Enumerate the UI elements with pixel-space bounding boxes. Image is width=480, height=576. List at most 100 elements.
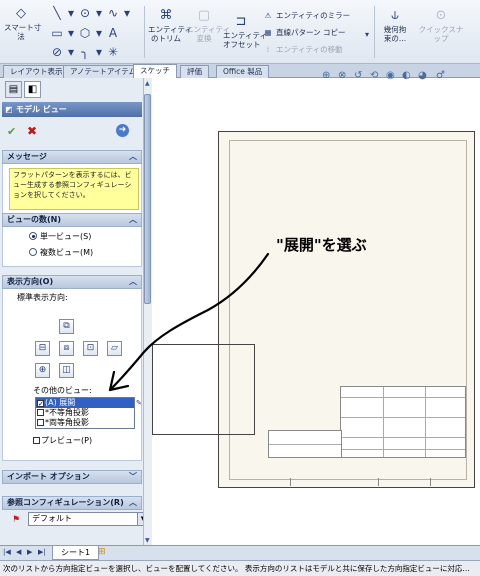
chevron-up-icon: ︿ <box>129 498 137 507</box>
polygon-dropdown-icon[interactable]: ▾ <box>92 26 106 40</box>
ref-config-section-header[interactable]: 参照コンフィギュレーション(R) ︿ <box>2 496 142 510</box>
single-view-radio[interactable]: 単一ビュー(S) <box>29 231 91 242</box>
title-block-line <box>341 397 465 398</box>
single-view-label: 単一ビュー(S) <box>40 232 92 241</box>
tab-office[interactable]: Office 製品 <box>216 65 270 78</box>
checkbox-checked-icon[interactable]: ✓ <box>37 400 44 408</box>
ref-config-dropdown[interactable]: デフォルト ▼ <box>28 512 150 526</box>
slot-icon[interactable]: ⊘ <box>50 45 64 59</box>
top-view-button[interactable]: ⧉ <box>59 319 74 334</box>
circle-dropdown-icon[interactable]: ▾ <box>92 6 106 20</box>
view-settings-icon[interactable]: ♂ <box>436 70 445 81</box>
convert-entities-button[interactable]: ▢ エンティティ 変換 <box>186 8 230 43</box>
text-icon[interactable]: A <box>106 26 120 40</box>
line-dropdown-icon[interactable]: ▾ <box>64 6 78 20</box>
preview-label: プレビュー(P) <box>41 436 93 445</box>
isometric-view-button[interactable]: ◫ <box>59 363 74 378</box>
appearance-icon[interactable]: ◕ <box>418 70 427 81</box>
mirror-entities-button[interactable]: ⚠ エンティティのミラー <box>262 9 350 23</box>
spline-dropdown-icon[interactable]: ▾ <box>120 6 134 20</box>
scroll-down-icon[interactable]: ▼ <box>145 537 150 544</box>
panel-title: ◩ モデル ビュー <box>2 102 142 117</box>
standard-views-label: 標準表示方向: <box>17 293 68 302</box>
title-block <box>340 386 466 458</box>
import-options-section-header[interactable]: インポート オプション ﹀ <box>2 470 142 484</box>
add-sheet-icon[interactable]: ⊞ <box>98 547 106 557</box>
spline-icon[interactable]: ∿ <box>106 6 120 20</box>
display-style-icon[interactable]: ◉ <box>386 70 395 81</box>
ribbon-separator <box>374 6 375 58</box>
num-views-section-header[interactable]: ビューの数(N) ︿ <box>2 213 142 227</box>
num-views-header-text: ビューの数(N) <box>7 215 62 224</box>
preview-checkbox[interactable]: プレビュー(P) <box>33 435 92 446</box>
notes-block-line <box>269 444 341 445</box>
list-item[interactable]: *不等角投影 <box>36 408 134 418</box>
previous-view-icon[interactable]: ↺ <box>354 70 362 81</box>
move-entities-label: エンティティの移動 <box>276 45 343 54</box>
checkbox-icon[interactable] <box>37 419 44 426</box>
isometric-view-icon: ◫ <box>62 365 71 375</box>
fillet-dropdown-icon[interactable]: ▾ <box>92 45 106 59</box>
configuration-icon: ⚑ <box>12 515 21 525</box>
circle-icon[interactable]: ⊙ <box>78 6 92 20</box>
display-relations-button[interactable]: ⫝ 幾何拘 束の... <box>378 8 412 43</box>
linear-pattern-button[interactable]: ▦ 直線パターン コピー <box>262 26 346 40</box>
notes-block <box>268 430 342 458</box>
other-views-label: その他のビュー: <box>33 386 92 395</box>
first-sheet-icon[interactable]: |◀ <box>3 548 11 556</box>
edit-icon[interactable]: ✎ <box>136 399 142 407</box>
chevron-up-icon: ︿ <box>129 215 137 224</box>
zoom-fit-icon[interactable]: ⊕ <box>322 70 330 81</box>
rebuild-icon[interactable]: ⟲ <box>370 70 378 81</box>
message-section-body: フラットパターンを表示するには、ビュー生成する参照コンフィギュレーションを択して… <box>2 164 142 216</box>
right-view-button[interactable]: ⊡ <box>83 341 98 356</box>
quick-snaps-icon: ⊙ <box>435 8 447 23</box>
message-section-header[interactable]: メッセージ ︿ <box>2 150 142 164</box>
fillet-icon[interactable]: ╮ <box>78 45 92 59</box>
next-sheet-icon[interactable]: ▶ <box>27 548 32 556</box>
tab-annotation[interactable]: アノテートアイテム <box>63 65 144 78</box>
line-icon[interactable]: ╲ <box>50 6 64 20</box>
prev-sheet-icon[interactable]: ◀ <box>16 548 21 556</box>
pattern-dropdown-icon[interactable]: ▾ <box>360 28 374 42</box>
cancel-x-icon[interactable]: ✖ <box>27 124 37 138</box>
trim-entities-button[interactable]: ⌘ エンティティ のトリム <box>148 8 192 43</box>
title-block-line <box>341 437 465 438</box>
zoom-area-icon[interactable]: ⊗ <box>338 70 346 81</box>
front-view-button[interactable]: ⧈ <box>59 341 74 356</box>
hide-show-icon[interactable]: ◐ <box>402 70 411 81</box>
left-view-button[interactable]: ⊟ <box>35 341 50 356</box>
ref-config-value: デフォルト <box>32 514 72 523</box>
rectangle-dropdown-icon[interactable]: ▾ <box>64 26 78 40</box>
tab-evaluate[interactable]: 評価 <box>180 65 209 78</box>
mirror-icon: ⚠ <box>264 11 272 20</box>
quick-snaps-label: クイックスナップ <box>418 25 464 43</box>
multiple-views-label: 複数ビュー(M) <box>40 248 94 257</box>
smart-dimension-button[interactable]: ◇ スマート寸 法 <box>4 6 41 41</box>
list-item-label: (A) 展開 <box>45 398 76 407</box>
next-arrow-icon[interactable]: ➜ <box>116 124 129 137</box>
last-sheet-icon[interactable]: ▶| <box>38 548 46 556</box>
bottom-view-icon: ⊕ <box>38 365 47 375</box>
slot-dropdown-icon[interactable]: ▾ <box>64 45 78 59</box>
other-views-list[interactable]: ✓(A) 展開 *不等角投影 *両等角投影 <box>35 397 135 429</box>
checkbox-icon[interactable] <box>37 409 44 416</box>
scroll-up-icon[interactable]: ▲ <box>145 80 150 87</box>
tab-layout[interactable]: レイアウト表示 <box>3 65 70 78</box>
ok-check-icon[interactable]: ✔ <box>7 125 16 138</box>
linear-pattern-label: 直線パターン コピー <box>276 28 346 37</box>
polygon-icon[interactable]: ⬡ <box>78 26 92 40</box>
trim-icon: ⌘ <box>159 8 173 23</box>
list-item[interactable]: *両等角投影 <box>36 418 134 428</box>
rectangle-icon[interactable]: ▭ <box>50 26 64 40</box>
quick-snaps-button[interactable]: ⊙ クイックスナップ <box>416 8 466 43</box>
feature-tree-tab[interactable]: ▤ <box>5 81 22 98</box>
offset-entities-button[interactable]: ⊐ エンティティ オフセット <box>223 14 267 49</box>
move-entities-button[interactable]: ⁞ エンティティの移動 <box>262 43 343 57</box>
bottom-view-button[interactable]: ⊕ <box>35 363 50 378</box>
point-icon[interactable]: ✳ <box>106 45 120 59</box>
multiple-views-radio[interactable]: 複数ビュー(M) <box>29 247 93 258</box>
property-manager-tab[interactable]: ◧ <box>24 81 41 98</box>
sheet-tab[interactable]: シート1 <box>52 546 100 560</box>
tab-sketch[interactable]: スケッチ <box>133 64 177 78</box>
